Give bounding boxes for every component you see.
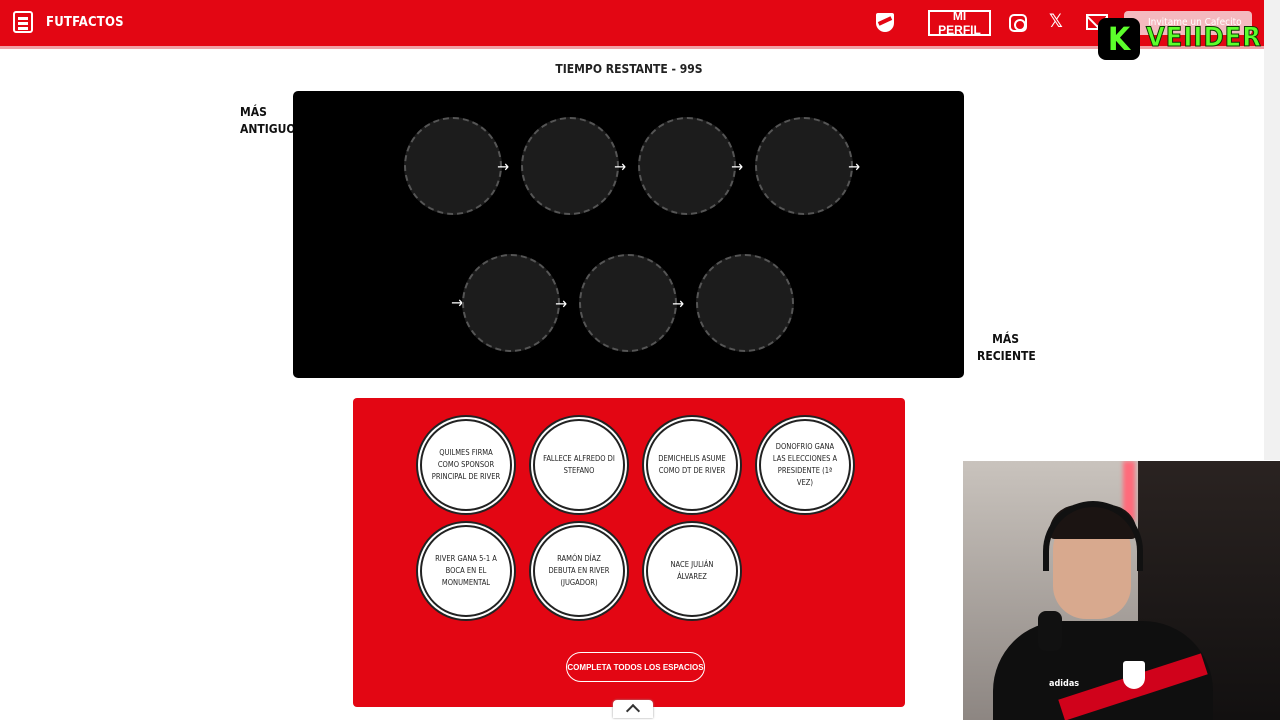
arrow-icon: → — [848, 157, 861, 176]
timeline-slot-2[interactable] — [521, 117, 619, 215]
scroll-up-chevron-icon[interactable] — [613, 700, 653, 718]
top-navigation-bar: FUTFACTOS MI PERFIL 𝕏 Invitame un Cafeci… — [0, 0, 1280, 46]
event-card[interactable]: FALLECE ALFREDO DI STEFANO — [533, 419, 625, 511]
arrow-icon: → — [497, 157, 510, 176]
newest-label: MÁS RECIENTE — [977, 331, 1036, 365]
event-card[interactable]: RIVER GANA 5-1 A BOCA EN EL MONUMENTAL — [420, 525, 512, 617]
newest-label-line1: MÁS — [992, 332, 1019, 346]
timer-text: TIEMPO RESTANTE - 99S — [555, 62, 703, 76]
arrow-icon: → — [555, 294, 568, 313]
arrow-icon: → — [672, 294, 685, 313]
club-crest-icon[interactable] — [876, 13, 894, 32]
oldest-label-line2: ANTIGUO — [240, 122, 296, 136]
webcam-overlay: adidas — [963, 461, 1280, 720]
timeline-slot-3[interactable] — [638, 117, 736, 215]
event-card[interactable]: QUILMES FIRMA COMO SPONSOR PRINCIPAL DE … — [420, 419, 512, 511]
profile-button[interactable]: MI PERFIL — [928, 9, 991, 37]
timeline-slot-1[interactable] — [404, 117, 502, 215]
x-twitter-icon[interactable]: 𝕏 — [1049, 10, 1063, 32]
microphone-icon — [1038, 611, 1062, 651]
overlay-k-icon: K — [1098, 18, 1140, 60]
timeline-slot-5[interactable] — [462, 254, 560, 352]
timeline-board: → → → → → → → — [293, 91, 964, 378]
header-divider — [0, 46, 1264, 49]
brand-name[interactable]: FUTFACTOS — [46, 15, 124, 30]
complete-all-button[interactable]: COMPLETA TODOS LOS ESPACIOS — [566, 652, 705, 682]
event-card[interactable]: RAMÓN DÍAZ DEBUTA EN RIVER (JUGADOR) — [533, 525, 625, 617]
oldest-label: MÁS ANTIGUO — [240, 104, 296, 138]
streamer-overlay-logo: K VEIIDER — [1098, 18, 1268, 60]
arrow-icon: → — [731, 157, 744, 176]
arrow-icon: → — [614, 157, 627, 176]
event-card[interactable]: NACE JULIÁN ÁLVAREZ — [646, 525, 738, 617]
timeline-slot-4[interactable] — [755, 117, 853, 215]
overlay-name: VEIIDER — [1146, 22, 1262, 54]
page-scrollbar[interactable] — [1264, 0, 1280, 460]
newest-label-line2: RECIENTE — [977, 349, 1036, 363]
oldest-label-line1: MÁS — [240, 105, 267, 119]
timeline-slot-7[interactable] — [696, 254, 794, 352]
event-card[interactable]: DEMICHELIS ASUME COMO DT DE RIVER — [646, 419, 738, 511]
instagram-icon[interactable] — [1009, 14, 1027, 32]
event-card[interactable]: DONOFRIO GANA LAS ELECCIONES A PRESIDENT… — [759, 419, 851, 511]
timeline-slot-6[interactable] — [579, 254, 677, 352]
river-plate-badge-icon — [1123, 661, 1145, 689]
shirt-brand-text: adidas — [1049, 679, 1080, 689]
futfactos-logo-icon[interactable] — [13, 11, 33, 33]
